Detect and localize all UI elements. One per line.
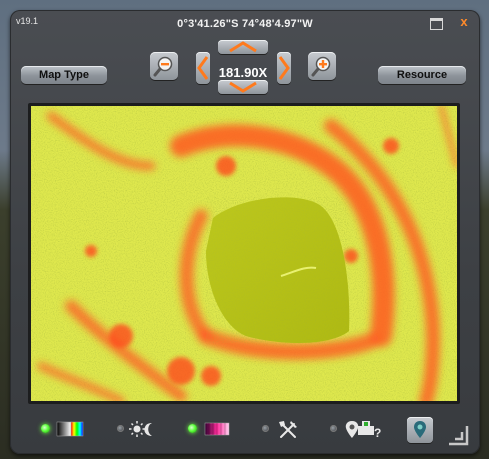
biome-toggle-led[interactable] — [330, 425, 337, 432]
tools-icon[interactable] — [276, 419, 300, 441]
bottom-toolbar: ? — [10, 412, 480, 448]
slope-gradient-icon[interactable] — [202, 419, 232, 439]
pan-right-button[interactable] — [277, 52, 291, 84]
waypoint-button[interactable] — [407, 417, 433, 443]
chevron-right-icon — [278, 56, 290, 80]
cursor-coordinates: 0°3'41.26"S 74°48'4.97"W — [177, 18, 313, 30]
chevron-left-icon — [197, 56, 209, 80]
tools-toggle-led[interactable] — [262, 425, 269, 432]
restore-icon[interactable] — [429, 15, 443, 30]
magnifier-plus-icon — [311, 56, 331, 77]
day-night-toggle-led[interactable] — [117, 425, 124, 432]
map-type-button[interactable]: Map Type — [21, 66, 107, 84]
slope-map-image — [31, 106, 457, 401]
pan-up-button[interactable] — [218, 40, 268, 54]
magnifier-minus-icon — [153, 56, 173, 77]
gradient-toggle-led[interactable] — [188, 424, 197, 433]
zoom-in-button[interactable] — [308, 52, 336, 80]
resize-grip-icon[interactable] — [447, 424, 469, 446]
spectrum-icon[interactable] — [54, 419, 86, 439]
map-frame — [28, 103, 460, 404]
map-pin-icon — [414, 421, 426, 438]
zoom-level-readout: 181.90X — [218, 65, 268, 80]
resource-button[interactable]: Resource — [378, 66, 466, 84]
svg-text:?: ? — [374, 426, 381, 440]
scansat-window: v19.1 0°3'41.26"S 74°48'4.97"W x Map Typ… — [10, 10, 480, 454]
zoom-out-button[interactable] — [150, 52, 178, 80]
day-night-icon[interactable] — [128, 419, 158, 439]
chevron-up-icon — [229, 41, 257, 53]
close-icon[interactable]: x — [457, 15, 471, 29]
spectrum-toggle-led[interactable] — [41, 424, 50, 433]
pan-left-button[interactable] — [196, 52, 210, 84]
biome-marker-icon[interactable]: ? — [344, 419, 384, 441]
slope-map[interactable] — [31, 106, 457, 401]
